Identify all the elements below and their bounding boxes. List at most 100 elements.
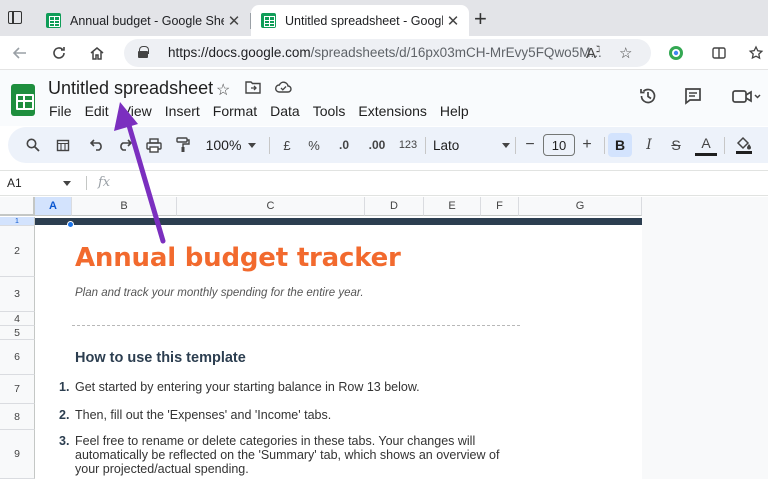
increase-decimal-label: .00 (368, 138, 386, 152)
row-header-5[interactable]: 5 (0, 326, 35, 340)
menu-tools[interactable]: Tools (313, 103, 346, 119)
split-screen-icon (712, 47, 726, 59)
menu-extensions[interactable]: Extensions (358, 103, 426, 119)
undo-button[interactable] (86, 127, 108, 163)
redo-icon (120, 139, 132, 151)
tab-title: Untitled spreadsheet - Google Sh (285, 13, 443, 28)
reload-icon (53, 47, 65, 59)
decrease-font-size-button[interactable]: − (521, 127, 539, 163)
redo-button[interactable] (114, 127, 136, 163)
read-aloud-sup: ℷ (596, 44, 601, 54)
row-header-1[interactable]: 1 (0, 217, 35, 226)
select-all-corner[interactable] (0, 197, 35, 216)
url-text[interactable]: https://docs.google.com/spreadsheets/d/1… (168, 45, 602, 60)
decrease-decimal-label: .0 (338, 138, 349, 152)
menu-view[interactable]: View (122, 103, 152, 119)
print-button[interactable] (142, 127, 166, 163)
menu-insert[interactable]: Insert (165, 103, 200, 119)
lock-icon[interactable] (138, 46, 149, 58)
column-header-e[interactable]: E (424, 197, 481, 216)
menu-help[interactable]: Help (440, 103, 469, 119)
menu-file[interactable]: File (49, 103, 72, 119)
reload-button[interactable] (47, 41, 71, 65)
sheets-logo-icon[interactable] (11, 84, 35, 116)
column-header-d[interactable]: D (365, 197, 424, 216)
row-header-3[interactable]: 3 (0, 277, 35, 312)
bold-button[interactable]: B (608, 133, 632, 157)
italic-button[interactable]: I (639, 127, 659, 163)
home-button[interactable] (85, 41, 109, 65)
toolbar-divider (724, 137, 725, 154)
document-title[interactable]: Untitled spreadsheet (48, 78, 213, 99)
browser-tab-strip: Annual budget - Google Sheets ✕ Untitled… (0, 0, 768, 36)
step-text: Feel free to rename or delete categories… (75, 434, 500, 476)
font-size-input[interactable]: 10 (543, 134, 575, 156)
tab-close-icon[interactable]: ✕ (443, 12, 463, 30)
search-menus-button[interactable] (22, 127, 44, 163)
window-menu-icon[interactable] (8, 11, 22, 24)
version-history-icon[interactable] (638, 86, 658, 112)
move-folder-icon[interactable] (245, 80, 261, 99)
favorite-star-icon[interactable]: ☆ (619, 44, 632, 62)
read-aloud-icon[interactable]: Aℷ (586, 44, 600, 62)
selection-handle[interactable] (67, 221, 74, 228)
step-number: 3. (59, 434, 70, 448)
row-header-8[interactable]: 8 (0, 404, 35, 430)
name-box[interactable]: A1 (7, 176, 22, 190)
address-bar[interactable]: https://docs.google.com/spreadsheets/d/1… (124, 39, 651, 67)
copilot-button[interactable] (664, 41, 688, 65)
comments-icon[interactable] (683, 86, 703, 112)
calendar-icon (56, 139, 70, 152)
formula-divider (86, 176, 87, 190)
format-currency-button[interactable]: £ (278, 127, 296, 163)
paint-format-button[interactable] (172, 127, 194, 163)
new-tab-button[interactable]: + (474, 6, 487, 32)
column-header-a[interactable]: A (35, 197, 72, 216)
cloud-status-icon[interactable] (274, 80, 292, 99)
meet-video-icon[interactable] (731, 86, 761, 112)
strikethrough-button[interactable]: S (666, 127, 686, 163)
fill-color-button[interactable] (732, 127, 756, 163)
column-header-b[interactable]: B (72, 197, 177, 216)
chevron-down-icon[interactable] (63, 181, 71, 186)
more-formats-button[interactable]: 123 (394, 127, 422, 163)
back-button[interactable] (8, 41, 32, 65)
sheets-header: Untitled spreadsheet ☆ File Edit View In… (0, 70, 768, 126)
tab-close-icon[interactable]: ✕ (224, 12, 244, 30)
column-header-g[interactable]: G (519, 197, 642, 216)
row-header-4[interactable]: 4 (0, 312, 35, 326)
toolbar-divider (269, 137, 270, 154)
text-color-button[interactable]: A (695, 132, 717, 156)
zoom-select[interactable]: 100% (200, 127, 262, 163)
column-header-c[interactable]: C (177, 197, 365, 216)
favorites-button[interactable] (744, 41, 768, 65)
star-icon[interactable]: ☆ (216, 80, 230, 100)
formula-bar: A1 fx (0, 170, 768, 196)
row-header-7[interactable]: 7 (0, 375, 35, 404)
format-percent-button[interactable]: % (305, 127, 323, 163)
font-family-value: Lato (433, 137, 460, 153)
column-header-f[interactable]: F (481, 197, 519, 216)
menu-edit[interactable]: Edit (85, 103, 109, 119)
row-header-9[interactable]: 9 (0, 430, 35, 479)
increase-font-size-button[interactable]: + (578, 127, 596, 163)
menu-data[interactable]: Data (270, 103, 300, 119)
font-family-select[interactable]: Lato (431, 127, 511, 163)
row-header-2[interactable]: 2 (0, 226, 35, 277)
tab-annual-budget[interactable]: Annual budget - Google Sheets ✕ (36, 5, 250, 36)
step-number: 2. (59, 408, 70, 422)
row-header-6[interactable]: 6 (0, 340, 35, 375)
paint-format-icon (176, 137, 190, 152)
step-text: Then, fill out the 'Expenses' and 'Incom… (75, 408, 332, 422)
increase-decimal-button[interactable]: .00 (363, 127, 391, 163)
split-screen-button[interactable] (707, 41, 731, 65)
calendar-button[interactable] (52, 127, 74, 163)
tab-untitled-spreadsheet[interactable]: Untitled spreadsheet - Google Sh ✕ (251, 5, 469, 36)
decrease-decimal-button[interactable]: .0 (333, 127, 355, 163)
menu-format[interactable]: Format (213, 103, 257, 119)
formatting-toolbar: 100% £ % .0 .00 123 Lato − 10 + B I S A (8, 127, 768, 163)
home-icon (90, 47, 104, 60)
favorites-icon (748, 45, 764, 60)
sheet-subtitle: Plan and track your monthly spending for… (75, 287, 364, 299)
url-host: https://docs.google.com (168, 45, 311, 60)
